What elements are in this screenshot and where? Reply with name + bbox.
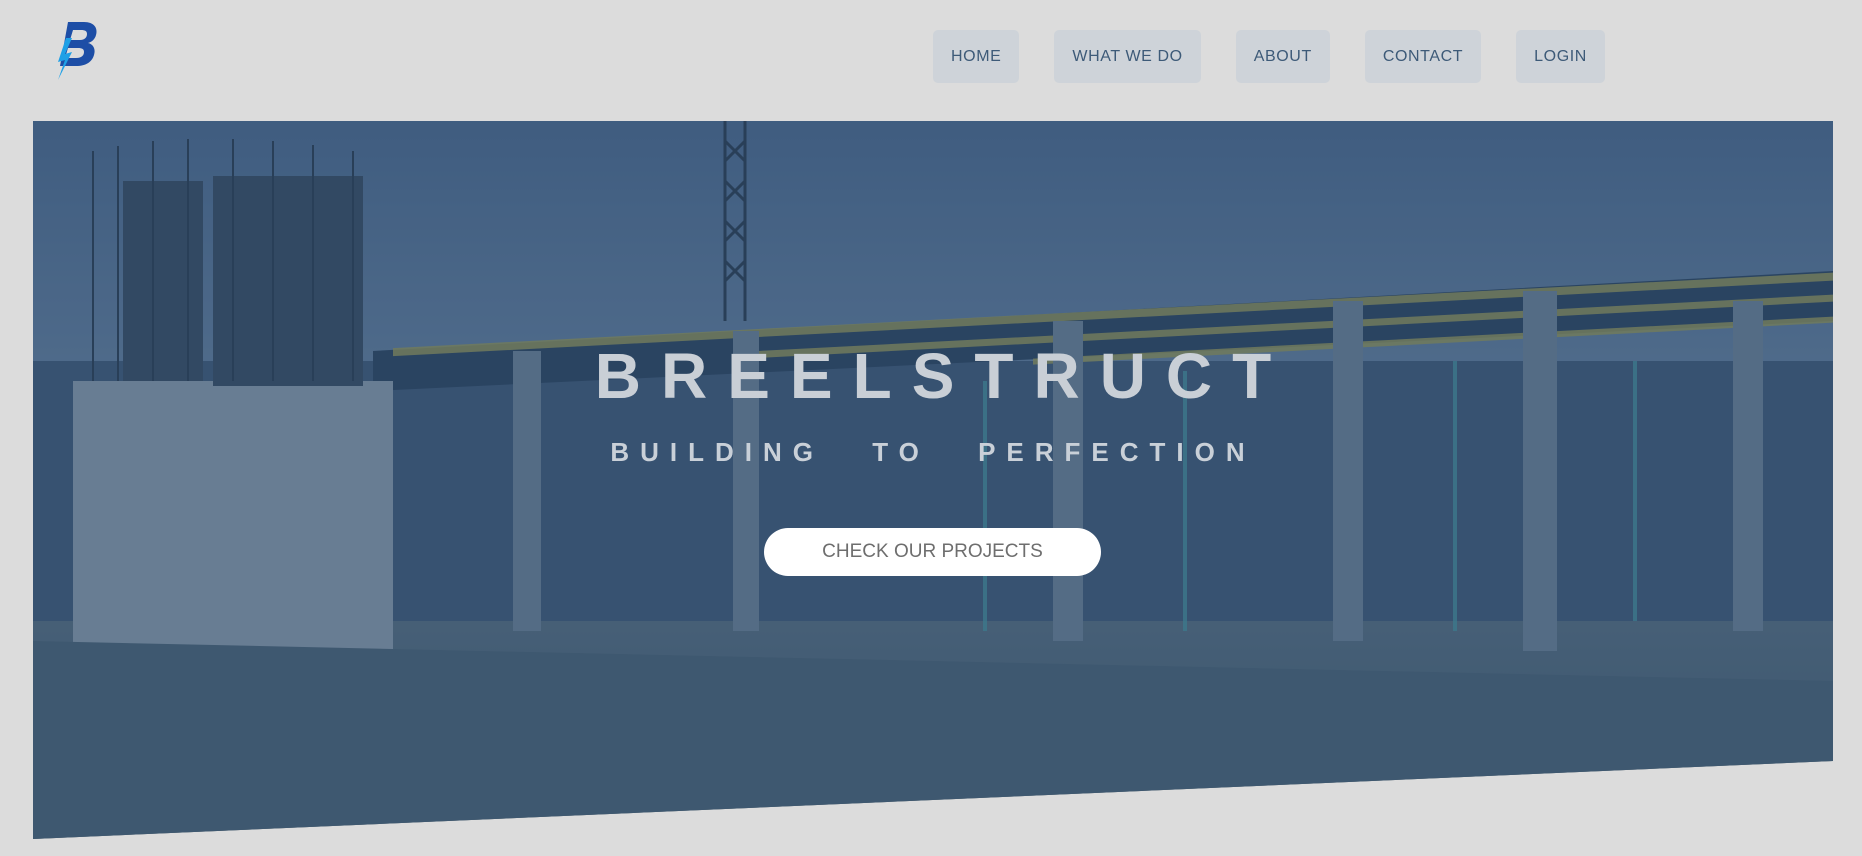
hero-section: BREELSTRUCT BUILDING TO PERFECTION CHECK… [33,121,1833,839]
brand-logo-icon[interactable] [54,18,100,80]
check-projects-button[interactable]: CHECK OUR PROJECTS [764,528,1101,576]
nav-what-we-do[interactable]: WHAT WE DO [1054,30,1201,83]
site-header: HOME WHAT WE DO ABOUT CONTACT LOGIN [0,0,1862,121]
hero-subtitle: BUILDING TO PERFECTION [610,437,1256,467]
hero-overlay [33,121,1833,839]
nav-login[interactable]: LOGIN [1516,30,1605,83]
nav-about[interactable]: ABOUT [1235,30,1330,83]
main-nav: HOME WHAT WE DO ABOUT CONTACT LOGIN [933,30,1605,83]
hero-title: BREELSTRUCT [594,340,1292,412]
nav-contact[interactable]: CONTACT [1364,30,1482,83]
nav-home[interactable]: HOME [933,30,1020,83]
